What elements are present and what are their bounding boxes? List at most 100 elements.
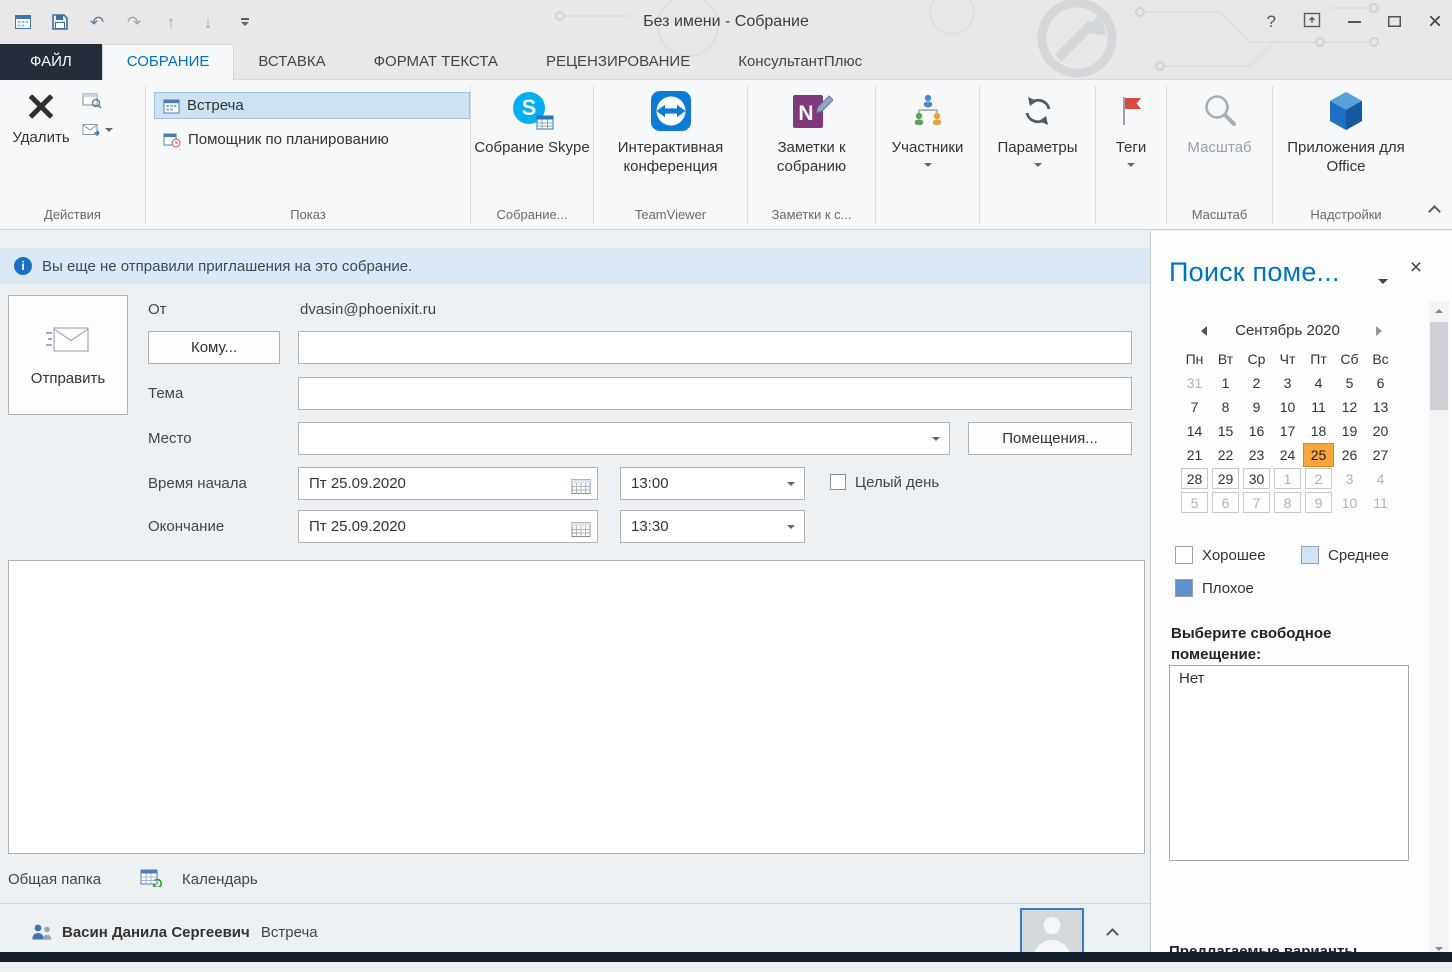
calendar-date-6[interactable]: 6: [1365, 371, 1396, 395]
options-button[interactable]: Параметры: [980, 80, 1095, 205]
calendar-date-26[interactable]: 26: [1334, 443, 1365, 467]
tab-consultantplus[interactable]: КонсультантПлюс: [714, 44, 886, 80]
calendar-date-4[interactable]: 4: [1303, 371, 1334, 395]
calendar-date-30[interactable]: 30: [1241, 467, 1272, 491]
attendees-button[interactable]: Участники: [876, 80, 979, 205]
calendar-date-1[interactable]: 1: [1210, 371, 1241, 395]
redo-button[interactable]: ↷: [123, 11, 145, 33]
calendar-date-4[interactable]: 4: [1365, 467, 1396, 491]
calendar-date-3[interactable]: 3: [1272, 371, 1303, 395]
room-list-item[interactable]: Нет: [1170, 666, 1408, 691]
calendar-date-22[interactable]: 22: [1210, 443, 1241, 467]
delete-button[interactable]: Удалить: [8, 88, 74, 205]
tab-review[interactable]: РЕЦЕНЗИРОВАНИЕ: [522, 44, 714, 80]
calendar-date-25[interactable]: 25: [1303, 443, 1334, 467]
tags-button[interactable]: Теги: [1096, 80, 1166, 205]
to-input[interactable]: [298, 331, 1132, 364]
calendar-date-14[interactable]: 14: [1179, 419, 1210, 443]
office-apps-button[interactable]: Приложения для Office: [1273, 80, 1419, 205]
undo-button[interactable]: ↶: [86, 11, 108, 33]
outlook-meeting-window: ↶ ↷ ↑ ↓ Без имени - Собрание ? × ФАЙЛ СО…: [0, 0, 1452, 972]
room-list[interactable]: Нет: [1169, 665, 1409, 861]
help-button[interactable]: ?: [1267, 12, 1276, 32]
start-date-input[interactable]: Пт 25.09.2020: [298, 467, 598, 500]
meeting-body-editor[interactable]: [8, 560, 1145, 854]
calendar-date-19[interactable]: 19: [1334, 419, 1365, 443]
calendar-date-8[interactable]: 8: [1272, 491, 1303, 515]
delete-label: Удалить: [12, 129, 70, 146]
tab-meeting[interactable]: СОБРАНИЕ: [101, 44, 235, 80]
calendar-date-18[interactable]: 18: [1303, 419, 1334, 443]
calendar-date-17[interactable]: 17: [1272, 419, 1303, 443]
shared-folder-label: Общая папка: [8, 871, 102, 888]
calendar-date-10[interactable]: 10: [1272, 395, 1303, 419]
calendar-date-11[interactable]: 11: [1365, 491, 1396, 515]
panel-scrollbar[interactable]: [1429, 301, 1449, 958]
calendar-date-21[interactable]: 21: [1179, 443, 1210, 467]
calendar-date-2[interactable]: 2: [1241, 371, 1272, 395]
tab-format-text[interactable]: ФОРМАТ ТЕКСТА: [350, 44, 522, 80]
tab-file[interactable]: ФАЙЛ: [0, 44, 102, 80]
scrollbar-thumb[interactable]: [1430, 322, 1448, 410]
all-day-checkbox[interactable]: [830, 474, 846, 490]
subject-input[interactable]: [298, 377, 1132, 410]
skype-meeting-button[interactable]: S Собрание Skype: [471, 80, 593, 205]
calendar-date-15[interactable]: 15: [1210, 419, 1241, 443]
calendar-date-27[interactable]: 27: [1365, 443, 1396, 467]
scroll-up-button[interactable]: [1429, 301, 1449, 320]
calendar-date-1[interactable]: 1: [1272, 467, 1303, 491]
scheduling-assistant-button[interactable]: Помощник по планированию: [154, 126, 470, 153]
minimize-button[interactable]: [1347, 21, 1361, 23]
room-finder-menu-button[interactable]: [1378, 271, 1388, 288]
calendar-date-5[interactable]: 5: [1334, 371, 1365, 395]
calendar-date-31[interactable]: 31: [1179, 371, 1210, 395]
location-combo[interactable]: [298, 422, 950, 455]
calendar-date-9[interactable]: 9: [1303, 491, 1334, 515]
end-time-combo[interactable]: 13:30: [620, 510, 805, 543]
calendar-date-13[interactable]: 13: [1365, 395, 1396, 419]
start-time-combo[interactable]: 13:00: [620, 467, 805, 500]
calendar-date-5[interactable]: 5: [1179, 491, 1210, 515]
previous-item-button[interactable]: ↑: [160, 11, 182, 33]
calendar-folder-label[interactable]: Календарь: [182, 871, 258, 888]
calendar-date-8[interactable]: 8: [1210, 395, 1241, 419]
teamviewer-conference-button[interactable]: Интерактивная конференция: [594, 80, 747, 205]
calendar-date-7[interactable]: 7: [1241, 491, 1272, 515]
end-date-picker-icon[interactable]: [571, 518, 591, 549]
save-button[interactable]: [49, 11, 71, 33]
rooms-button[interactable]: Помещения...: [968, 422, 1132, 455]
calendar-date-11[interactable]: 11: [1303, 395, 1334, 419]
collapse-ribbon-button[interactable]: [1428, 203, 1441, 220]
calendar-date-20[interactable]: 20: [1365, 419, 1396, 443]
day-header: Вт: [1217, 351, 1234, 367]
forward-button[interactable]: [82, 123, 113, 137]
ribbon-display-options-button[interactable]: [1303, 12, 1321, 32]
close-button[interactable]: ×: [1428, 10, 1442, 34]
calendar-date-23[interactable]: 23: [1241, 443, 1272, 467]
calendar-date-29[interactable]: 29: [1210, 467, 1241, 491]
to-button[interactable]: Кому...: [148, 331, 280, 364]
calendar-date-9[interactable]: 9: [1241, 395, 1272, 419]
appointment-button[interactable]: Встреча: [154, 92, 470, 119]
move-to-folder-button[interactable]: [82, 92, 113, 109]
calendar-date-28[interactable]: 28: [1179, 467, 1210, 491]
calendar-date-7[interactable]: 7: [1179, 395, 1210, 419]
room-finder-close-button[interactable]: ×: [1410, 257, 1422, 278]
collapse-preview-button[interactable]: [1106, 926, 1119, 943]
calendar-date-16[interactable]: 16: [1241, 419, 1272, 443]
calendar-date-2[interactable]: 2: [1303, 467, 1334, 491]
calendar-date-12[interactable]: 12: [1334, 395, 1365, 419]
calendar-date-10[interactable]: 10: [1334, 491, 1365, 515]
day-header: Вс: [1372, 351, 1389, 367]
calendar-date-3[interactable]: 3: [1334, 467, 1365, 491]
next-month-button[interactable]: [1376, 326, 1382, 336]
meeting-notes-button[interactable]: N Заметки к собранию: [748, 80, 875, 205]
calendar-date-6[interactable]: 6: [1210, 491, 1241, 515]
start-date-picker-icon[interactable]: [571, 475, 591, 506]
tab-insert[interactable]: ВСТАВКА: [234, 44, 349, 80]
meeting-people-icon: [30, 922, 54, 948]
end-date-input[interactable]: Пт 25.09.2020: [298, 510, 598, 543]
calendar-date-24[interactable]: 24: [1272, 443, 1303, 467]
send-button[interactable]: Отправить: [8, 295, 128, 415]
maximize-button[interactable]: [1387, 14, 1401, 31]
